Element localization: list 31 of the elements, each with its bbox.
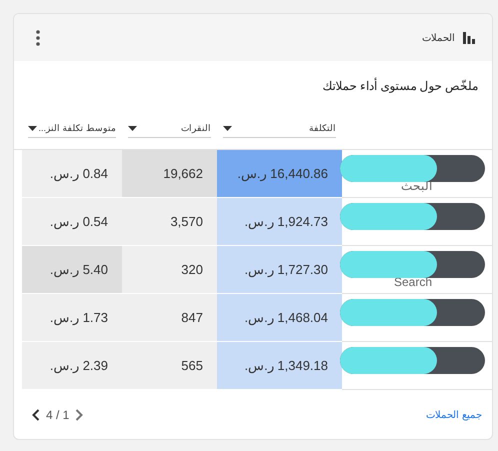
table-cell: 0.54 ر.س. bbox=[22, 198, 122, 245]
table-cell: 5.40 ر.س. bbox=[22, 246, 122, 293]
column-header[interactable]: التكلفة bbox=[223, 93, 336, 138]
campaign-name: Search bbox=[394, 275, 432, 289]
table-cell: 0.84 ر.س. bbox=[22, 150, 122, 197]
table-cell: 565 bbox=[122, 342, 217, 389]
table-cell: 2.39 ر.س. bbox=[22, 342, 122, 389]
campaign-name: البحث bbox=[401, 179, 432, 193]
all-campaigns-link[interactable]: جميع الحملات bbox=[426, 408, 482, 420]
table-cell: 1.73 ر.س. bbox=[22, 294, 122, 341]
dropdown-arrow-icon[interactable] bbox=[223, 126, 232, 130]
column-header[interactable]: متوسط تكلفة النز... bbox=[28, 93, 116, 138]
bar-chart-icon bbox=[463, 32, 476, 44]
table-cell: 1,924.73 ر.س. bbox=[217, 198, 342, 245]
column-header[interactable]: النقرات bbox=[128, 93, 211, 138]
dropdown-arrow-icon[interactable] bbox=[28, 126, 37, 130]
dropdown-arrow-icon[interactable] bbox=[128, 126, 137, 130]
table-cell: 847 bbox=[122, 294, 217, 341]
table-cell: 19,662 bbox=[122, 150, 217, 197]
card-subtitle: ملخّص حول مستوى أداء حملاتك bbox=[322, 76, 479, 93]
previous-page-icon[interactable] bbox=[32, 408, 40, 420]
next-page-icon[interactable] bbox=[75, 408, 84, 420]
table-cell: 1,349.18 ر.س. bbox=[217, 342, 342, 389]
more-menu-icon[interactable] bbox=[36, 30, 40, 46]
table-cell: 16,440.86 ر.س. bbox=[217, 150, 342, 197]
card-title: الحملات bbox=[422, 32, 455, 44]
table-cell: 1,727.30 ر.س. bbox=[217, 246, 342, 293]
table-cell: 3,570 bbox=[122, 198, 217, 245]
page-indicator: 4 / 1 bbox=[46, 408, 70, 422]
table-cell: 1,468.04 ر.س. bbox=[217, 294, 342, 341]
table-cell: 320 bbox=[122, 246, 217, 293]
